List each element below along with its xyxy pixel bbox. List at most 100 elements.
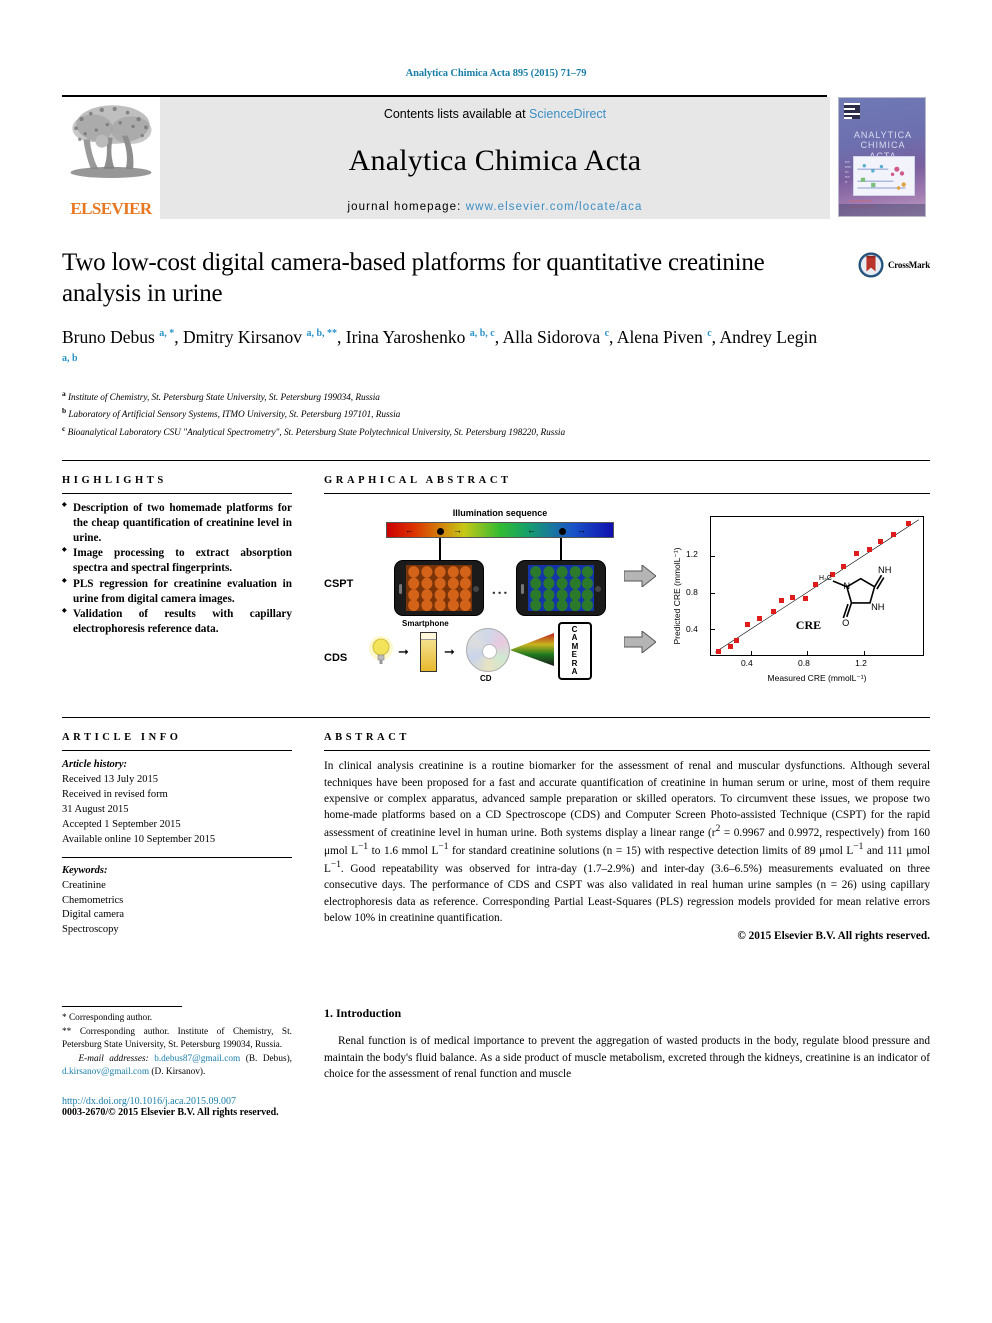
y-tick-mark	[711, 592, 715, 594]
smartphone-red	[394, 560, 484, 617]
history-item: 31 August 2015	[62, 803, 129, 815]
cd-disc-icon	[466, 628, 510, 673]
affiliation-text: Institute of Chemistry, St. Petersburg S…	[67, 392, 380, 403]
affiliation-marker: a	[62, 388, 66, 398]
plot-data-point	[745, 622, 751, 628]
sciencedirect-link[interactable]: ScienceDirect	[529, 107, 606, 121]
article-info-heading: ARTICLE INFO	[62, 732, 182, 744]
x-tick-label: 0.4	[740, 658, 753, 669]
x-tick-label: 1.2	[855, 658, 867, 669]
article-history-label: Article history:	[62, 759, 128, 771]
email-addresses: E-mail addresses: b.debus87@gmail.com (B…	[62, 1053, 292, 1080]
plot-data-point	[890, 532, 896, 538]
affiliation-item: b Laboratory of Artificial Sensory Syste…	[62, 405, 930, 423]
plot-data-point	[906, 521, 912, 527]
page-footer-row: * Corresponding author. ** Corresponding…	[62, 1006, 930, 1118]
list-item: Validation of results with capillary ele…	[62, 607, 292, 637]
running-head: Analytica Chimica Acta 895 (2015) 71–79	[405, 68, 587, 79]
connector-stem-1	[439, 538, 441, 561]
illumination-gradient-bar: ← → ← →	[386, 522, 614, 539]
crossmark-badge[interactable]: CrossMark	[858, 252, 930, 278]
graphical-abstract-figure: Illumination sequence ← → ← → CSPT Smart…	[324, 501, 930, 697]
highlights-column: HIGHLIGHTS Description of two homemade p…	[62, 461, 314, 697]
arrow-icon-1: ➞	[398, 644, 409, 660]
affiliation-item: c Bioanalytical Laboratory CSU "Analytic…	[62, 423, 930, 441]
introduction-column: 1. Introduction Renal function is of med…	[314, 1006, 930, 1117]
affiliation-list: a Institute of Chemistry, St. Petersburg…	[62, 388, 930, 441]
plot-data-point	[733, 638, 739, 644]
introduction-heading: 1. Introduction	[324, 1006, 402, 1021]
keyword-item: Spectroscopy	[62, 924, 119, 936]
contents-lists-line: Contents lists available at ScienceDirec…	[384, 107, 606, 121]
smartphone-caption: Smartphone	[402, 619, 449, 629]
plot-frame: NH NH O N H₃C CRE	[710, 516, 924, 657]
history-item: Received 13 July 2015	[62, 774, 158, 786]
cuvette-sample	[420, 632, 437, 673]
contents-prefix: Contents lists available at	[383, 107, 530, 121]
x-tick-mark	[863, 651, 865, 656]
y-tick-mark	[711, 629, 715, 631]
article-page: Analytica Chimica Acta 895 (2015) 71–79	[0, 0, 992, 1323]
abstract-text: In clinical analysis creatinine is a rou…	[324, 760, 931, 924]
plot-data-point	[770, 608, 776, 614]
row-label-cds: CDS	[324, 652, 348, 665]
arrow-left-icon: ←	[405, 525, 414, 536]
arrow-left-icon-2: ←	[527, 525, 536, 536]
plot-data-point	[866, 546, 872, 552]
journal-cover: ANALYTICA CHIMICA ACTA ▪▪▪▪▪▪▪▪▪▪▪▪	[838, 97, 930, 219]
x-tick-label: 0.8	[798, 658, 810, 669]
history-item: Accepted 1 September 2015	[62, 818, 181, 830]
x-tick-mark	[807, 651, 809, 656]
plot-data-point	[854, 550, 860, 556]
cover-sidebar-text: ▪▪▪▪ ▪▪▪▪▪ ▪▪▪ ▪▪▪▪ ▪▪	[845, 160, 851, 184]
journal-masthead: ELSEVIER Contents lists available at Sci…	[62, 95, 930, 220]
email-owner-1: (B. Debus),	[245, 1053, 293, 1064]
abstract-copyright: © 2015 Elsevier B.V. All rights reserved…	[737, 930, 930, 943]
keywords-label: Keywords:	[62, 864, 108, 876]
footnote-rule	[62, 1006, 182, 1008]
history-item: Available online 10 September 2015	[62, 833, 216, 845]
list-item: Image processing to extract absorption s…	[62, 546, 292, 576]
graphical-abstract-rule	[324, 493, 930, 495]
title-block: Two low-cost digital camera-based platfo…	[62, 248, 930, 440]
x-tick-mark	[750, 651, 752, 656]
big-arrow-cspt	[624, 565, 656, 588]
phone-speaker-icon	[399, 584, 402, 595]
article-info-rule	[62, 750, 292, 752]
doi-link[interactable]: http://dx.doi.org/10.1016/j.aca.2015.09.…	[62, 1096, 292, 1107]
ellipsis-separator: ...	[492, 582, 510, 599]
plot-data-point	[715, 649, 721, 655]
calibration-scatter-plot: Predicted CRE (mmolL⁻¹) NH NH O N H₃C CR…	[672, 506, 930, 686]
journal-cover-thumbnail: ANALYTICA CHIMICA ACTA ▪▪▪▪▪▪▪▪▪▪▪▪	[838, 97, 926, 217]
graphical-abstract-heading: GRAPHICAL ABSTRACT	[324, 475, 512, 487]
plot-data-point	[790, 594, 796, 600]
keyword-item: Chemometrics	[62, 894, 124, 906]
list-item: Description of two homemade platforms fo…	[62, 501, 292, 546]
svg-text:H₃C: H₃C	[819, 574, 832, 581]
phone-home-icon-2	[595, 586, 601, 593]
email-link-1[interactable]: b.debus87@gmail.com	[154, 1054, 240, 1064]
ga-workflow-diagram: Illumination sequence ← → ← → CSPT Smart…	[324, 506, 674, 686]
article-info-column: ARTICLE INFO Article history: Received 1…	[62, 718, 314, 942]
elsevier-tree-icon	[70, 105, 152, 178]
keyword-item: Digital camera	[62, 909, 125, 921]
abstract-rule	[324, 750, 930, 752]
corresponding-author-2: ** Corresponding author. Institute of Ch…	[62, 1026, 292, 1051]
marker-dot-2	[559, 527, 566, 535]
y-tick-mark	[711, 555, 715, 557]
highlights-heading: HIGHLIGHTS	[62, 475, 167, 487]
highlights-graphical-row: HIGHLIGHTS Description of two homemade p…	[62, 461, 930, 697]
elsevier-logo: ELSEVIER	[62, 97, 160, 219]
abstract-heading: ABSTRACT	[324, 732, 410, 744]
svg-text:NH: NH	[871, 602, 884, 612]
author-list: Bruno Debus a, *, Dmitry Kirsanov a, b, …	[62, 327, 818, 365]
homepage-link[interactable]: www.elsevier.com/locate/aca	[466, 201, 643, 213]
email-link-2[interactable]: d.kirsanov@gmail.com	[62, 1067, 149, 1077]
cover-bottom-band	[839, 204, 925, 216]
arrow-icon-2: ➞	[444, 644, 455, 660]
plot-x-label: Measured CRE (mmolL⁻¹)	[767, 673, 867, 684]
qr-code-icon	[844, 103, 860, 119]
row-label-cspt: CSPT	[324, 578, 354, 591]
illumination-sequence-label: Illumination sequence	[452, 508, 548, 519]
svg-text:NH: NH	[878, 565, 891, 575]
